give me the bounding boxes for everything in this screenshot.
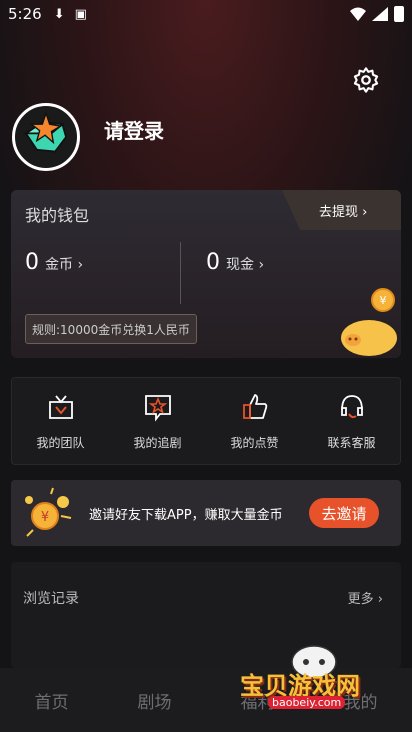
menu-label-team: 我的团队 bbox=[36, 436, 85, 450]
menu-item-support[interactable]: 联系客服 bbox=[303, 378, 400, 464]
wallet-title: 我的钱包 bbox=[25, 206, 90, 225]
cash-stat[interactable]: 0 现金 › bbox=[206, 250, 264, 275]
coins-label: 金币 › bbox=[45, 257, 84, 273]
download-icon: ⬇ bbox=[53, 6, 65, 22]
signal-icon bbox=[372, 7, 388, 21]
cash-label: 现金 › bbox=[226, 257, 265, 273]
tab-theater[interactable]: 剧场 bbox=[103, 668, 206, 732]
watermark: 宝贝游戏网 baobeiy.com bbox=[228, 636, 388, 716]
invite-button[interactable]: 去邀请 bbox=[309, 498, 379, 528]
status-time: 5:26 bbox=[8, 5, 42, 23]
menu-label-follow: 我的追剧 bbox=[133, 436, 182, 450]
cash-value: 0 bbox=[206, 250, 220, 275]
menu-item-likes[interactable]: 我的点赞 bbox=[206, 378, 303, 464]
wifi-icon bbox=[350, 7, 366, 21]
svg-text:¥: ¥ bbox=[380, 294, 387, 307]
history-more-link[interactable]: 更多 › bbox=[348, 588, 383, 607]
piggy-bank-icon: ¥ bbox=[341, 288, 397, 356]
coin-burst-icon: ¥ bbox=[25, 487, 72, 537]
headset-icon bbox=[340, 395, 363, 419]
avatar[interactable] bbox=[12, 103, 80, 171]
notification-icon: ▣ bbox=[74, 6, 87, 22]
battery-icon bbox=[394, 6, 404, 22]
menu-label-likes: 我的点赞 bbox=[230, 436, 279, 450]
avatar-box-icon bbox=[22, 111, 68, 153]
tab-home[interactable]: 首页 bbox=[0, 668, 103, 732]
invite-text: 邀请好友下载APP，赚取大量金币 bbox=[89, 507, 283, 523]
status-bar: 5:26 ⬇ ▣ bbox=[0, 0, 412, 28]
settings-gear-icon[interactable] bbox=[352, 66, 380, 94]
svg-text:¥: ¥ bbox=[41, 510, 49, 525]
watermark-url: baobeiy.com bbox=[268, 696, 346, 709]
history-title: 浏览记录 bbox=[23, 591, 79, 607]
wallet-divider bbox=[180, 242, 181, 304]
withdraw-button[interactable]: 去提现 › bbox=[305, 190, 401, 230]
star-icon bbox=[144, 395, 171, 422]
quick-menu: 我的团队 我的追剧 我的点赞 联系客服 bbox=[11, 377, 401, 465]
login-label[interactable]: 请登录 bbox=[104, 115, 164, 144]
exchange-rule: 规则:10000金币兑换1人民币 bbox=[25, 314, 197, 344]
withdraw-label: 去提现 › bbox=[319, 204, 368, 220]
menu-label-support: 联系客服 bbox=[327, 436, 376, 450]
coins-value: 0 bbox=[25, 250, 39, 275]
team-icon bbox=[48, 395, 73, 419]
invite-banner[interactable]: ¥ 邀请好友下载APP，赚取大量金币 去邀请 bbox=[11, 480, 401, 546]
menu-item-team[interactable]: 我的团队 bbox=[12, 378, 109, 464]
coins-stat[interactable]: 0 金币 › bbox=[25, 250, 83, 275]
thumbs-up-icon bbox=[242, 394, 267, 419]
wallet-card: 我的钱包 去提现 › 0 金币 › 0 现金 › 规则:10000金币兑换1人民… bbox=[11, 190, 401, 358]
menu-item-follow[interactable]: 我的追剧 bbox=[109, 378, 206, 464]
